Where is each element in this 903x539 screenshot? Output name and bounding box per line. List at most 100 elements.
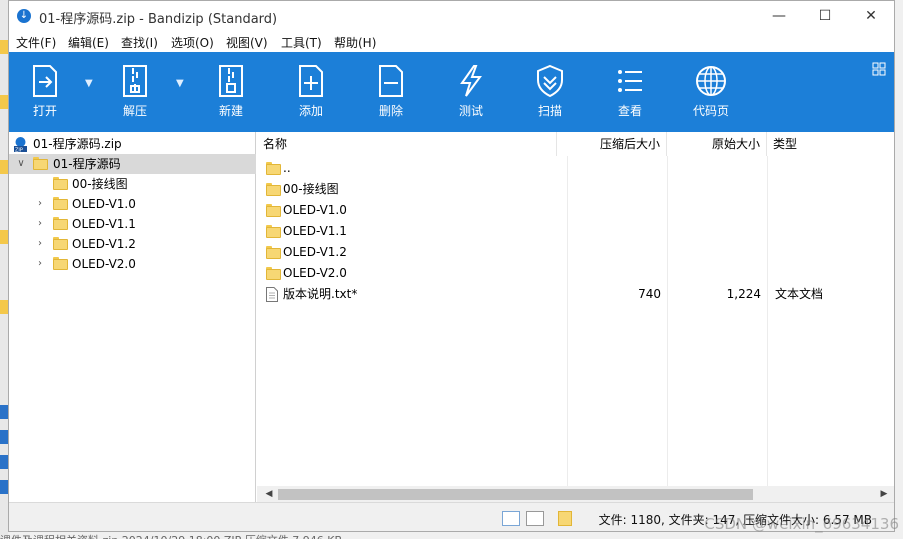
desktop-folder-icon — [0, 95, 8, 109]
toolbar-delete-label: 删除 — [378, 104, 403, 118]
bandizip-app-icon: ↓ — [17, 9, 31, 23]
file-row[interactable]: 00-接线图 — [257, 179, 894, 200]
folder-icon — [53, 217, 68, 230]
lightning-icon — [460, 65, 482, 97]
tree-item[interactable]: 00-接线图 — [9, 174, 256, 194]
file-row[interactable]: OLED-V2.0 — [257, 263, 894, 284]
maximize-button[interactable]: ☐ — [802, 1, 848, 31]
file-name: OLED-V1.1 — [283, 224, 347, 238]
file-row-parent[interactable]: .. — [257, 158, 894, 179]
folder-icon — [266, 162, 281, 175]
chevron-right-icon[interactable]: › — [34, 214, 46, 234]
file-row[interactable]: 版本说明.txt* 740 1,224 文本文档 — [257, 284, 894, 305]
chevron-down-icon[interactable]: ▼ — [176, 78, 184, 89]
tree-item-label: OLED-V2.0 — [72, 257, 136, 271]
scrollbar-thumb[interactable] — [278, 489, 753, 500]
zip-file-icon: ZIP — [14, 137, 27, 153]
toolbar-extract-label: 解压 — [122, 104, 147, 118]
details-view-icon[interactable] — [502, 511, 520, 526]
folder-icon — [266, 204, 281, 217]
watermark: CSDN @weixin_69634136 — [704, 515, 899, 533]
file-row[interactable]: OLED-V1.2 — [257, 242, 894, 263]
archive-info-icon[interactable] — [558, 511, 572, 526]
new-archive-icon — [219, 65, 243, 97]
tree-item-label: OLED-V1.1 — [72, 217, 136, 231]
toolbar-test-button[interactable]: 测试 — [445, 52, 497, 132]
column-header-name[interactable]: 名称 — [257, 132, 557, 156]
folder-icon — [53, 197, 68, 210]
folder-icon — [266, 246, 281, 259]
folder-icon — [33, 157, 48, 170]
file-row[interactable]: OLED-V1.1 — [257, 221, 894, 242]
chevron-right-icon[interactable]: › — [34, 254, 46, 274]
menu-bar: 文件(F) 编辑(E) 查找(I) 选项(O) 视图(V) 工具(T) 帮助(H… — [9, 31, 894, 52]
file-packed-size: 740 — [638, 287, 661, 301]
scroll-right-icon[interactable]: ▶ — [876, 486, 892, 502]
column-header-size[interactable]: 原始大小 — [667, 132, 767, 156]
chevron-right-icon[interactable]: › — [34, 194, 46, 214]
tree-item[interactable]: › OLED-V1.1 — [9, 214, 256, 234]
menu-view[interactable]: 视图(V) — [226, 34, 268, 51]
desktop-zip-icon — [0, 430, 8, 444]
tree-root-archive[interactable]: ZIP 01-程序源码.zip — [9, 134, 256, 154]
menu-file[interactable]: 文件(F) — [16, 34, 56, 51]
tree-item[interactable]: › OLED-V2.0 — [9, 254, 256, 274]
tree-item-label: OLED-V1.0 — [72, 197, 136, 211]
background-window-row: 课件及课程相关资料.zip 2024/10/29 18:00 ZIP 压缩文件 … — [0, 532, 903, 539]
menu-find[interactable]: 查找(I) — [121, 34, 158, 51]
scroll-left-icon[interactable]: ◀ — [261, 486, 277, 502]
toolbar-scan-button[interactable]: 扫描 — [524, 52, 576, 132]
toolbar-codepage-button[interactable]: 代码页 — [685, 52, 737, 132]
file-name: OLED-V1.2 — [283, 245, 347, 259]
toolbar-delete-button[interactable]: 删除 — [365, 52, 417, 132]
svg-text:ZIP: ZIP — [15, 148, 23, 153]
thumbnail-view-icon[interactable] — [526, 511, 544, 526]
file-name: 版本说明.txt* — [283, 287, 358, 301]
extract-icon — [123, 65, 147, 97]
toolbar-add-button[interactable]: 添加 — [285, 52, 337, 132]
title-bar[interactable]: ↓ 01-程序源码.zip - Bandizip (Standard) — ☐ … — [9, 1, 894, 31]
toolbar-add-label: 添加 — [298, 104, 323, 118]
tree-item-label: OLED-V1.2 — [72, 237, 136, 251]
folder-icon — [53, 237, 68, 250]
minimize-button[interactable]: — — [756, 1, 802, 31]
toolbar-scan-label: 扫描 — [537, 104, 562, 118]
file-row[interactable]: OLED-V1.0 — [257, 200, 894, 221]
layout-toggle-icon[interactable] — [872, 62, 886, 76]
toolbar-open-label: 打开 — [32, 104, 57, 118]
file-list: 名称 压缩后大小 原始大小 类型 .. 00-接线图 OLED-V1.0 OLE… — [257, 132, 894, 486]
file-name: .. — [283, 161, 291, 175]
shield-icon — [537, 64, 563, 98]
toolbar-new-button[interactable]: 新建 — [205, 52, 257, 132]
horizontal-scrollbar[interactable]: ◀ ▶ — [257, 486, 894, 502]
desktop-zip-icon — [0, 480, 8, 494]
toolbar-new-label: 新建 — [218, 104, 243, 118]
folder-icon — [53, 177, 68, 190]
tree-item-selected[interactable]: ∨ 01-程序源码 — [9, 154, 256, 174]
desktop-folder-icon — [0, 300, 8, 314]
desktop-folder-icon — [0, 160, 8, 174]
folder-icon — [266, 225, 281, 238]
close-button[interactable]: ✕ — [848, 1, 894, 31]
toolbar-open-button[interactable]: 打开 — [19, 52, 71, 132]
chevron-down-icon[interactable]: ▼ — [85, 78, 93, 89]
file-name: OLED-V2.0 — [283, 266, 347, 280]
chevron-down-icon[interactable]: ∨ — [15, 154, 27, 174]
folder-icon — [266, 183, 281, 196]
menu-options[interactable]: 选项(O) — [171, 34, 214, 51]
menu-edit[interactable]: 编辑(E) — [68, 34, 109, 51]
list-view-icon — [618, 70, 642, 92]
globe-icon — [696, 66, 726, 96]
chevron-right-icon[interactable]: › — [34, 234, 46, 254]
menu-help[interactable]: 帮助(H) — [334, 34, 376, 51]
bandizip-window: ↓ 01-程序源码.zip - Bandizip (Standard) — ☐ … — [8, 0, 895, 532]
toolbar-extract-button[interactable]: 解压 — [109, 52, 161, 132]
column-header-packed[interactable]: 压缩后大小 — [557, 132, 667, 156]
column-header-type[interactable]: 类型 — [767, 132, 894, 156]
tree-item[interactable]: › OLED-V1.0 — [9, 194, 256, 214]
tree-item[interactable]: › OLED-V1.2 — [9, 234, 256, 254]
desktop-folder-icon — [0, 230, 8, 244]
file-name: 00-接线图 — [283, 182, 339, 196]
menu-tools[interactable]: 工具(T) — [281, 34, 322, 51]
toolbar-view-button[interactable]: 查看 — [604, 52, 656, 132]
